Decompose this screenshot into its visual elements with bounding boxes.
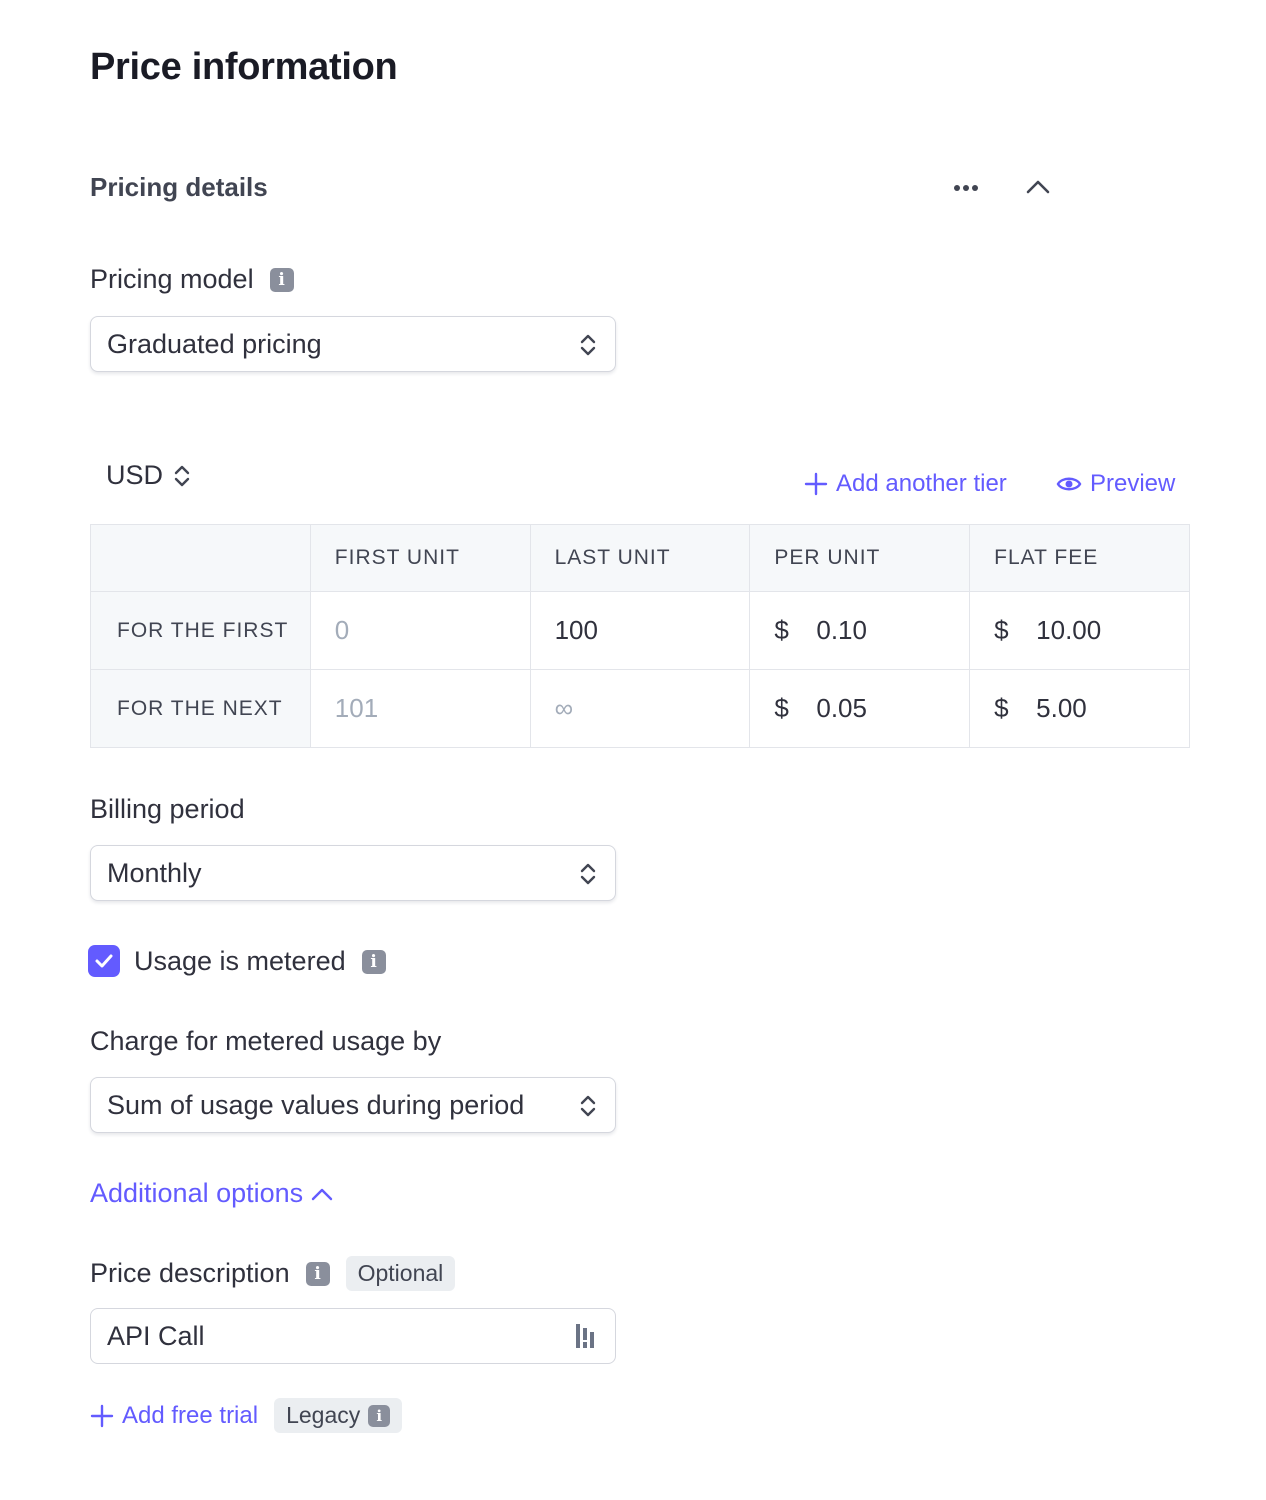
collapse-section-button[interactable]	[1016, 166, 1060, 208]
billing-period-label: Billing period	[90, 794, 245, 824]
more-horizontal-icon	[954, 185, 978, 191]
add-free-trial-label: Add free trial	[122, 1401, 259, 1429]
chevron-up-icon	[1026, 180, 1050, 194]
info-icon[interactable]: i	[368, 1404, 391, 1427]
select-chevron-icon	[580, 1095, 596, 1117]
tier-row-label: FOR THE NEXT	[90, 669, 311, 748]
currency-value: USD	[106, 460, 164, 490]
price-description-label: Price description	[90, 1258, 290, 1288]
flat-fee-value: 5.00	[1036, 693, 1087, 723]
billing-period-value: Monthly	[107, 857, 202, 888]
select-chevron-icon	[580, 863, 596, 885]
flat-fee-value: 10.00	[1036, 615, 1102, 645]
pricing-model-value: Graduated pricing	[107, 328, 322, 359]
select-chevron-icon	[174, 465, 190, 486]
usage-metered-label: Usage is metered	[134, 946, 346, 976]
price-description-label-row: Price description i Optional	[90, 1256, 456, 1291]
additional-options-toggle[interactable]: Additional options	[90, 1178, 333, 1209]
add-tier-label: Add another tier	[836, 470, 1007, 497]
price-description-value: API Call	[107, 1320, 205, 1351]
pricing-model-select[interactable]: Graduated pricing	[90, 316, 616, 372]
plus-icon	[804, 472, 828, 496]
per-unit-input[interactable]: $0.10	[749, 591, 971, 670]
per-unit-input[interactable]: $0.05	[749, 669, 971, 748]
legacy-badge-label: Legacy	[286, 1402, 361, 1428]
page-title: Price information	[90, 46, 398, 88]
table-header-row: FIRST UNIT LAST UNIT PER UNIT FLAT FEE	[90, 524, 1190, 592]
add-tier-button[interactable]: Add another tier	[804, 470, 1007, 498]
flat-fee-input[interactable]: $10.00	[969, 591, 1190, 670]
legacy-badge: Legacy i	[274, 1398, 403, 1433]
add-free-trial-button[interactable]: Add free trial	[90, 1402, 258, 1430]
currency-symbol: $	[774, 693, 789, 723]
info-icon[interactable]: i	[269, 267, 294, 292]
more-options-button[interactable]	[944, 168, 988, 208]
table-row: FOR THE FIRST 0 100 $0.10 $10.00	[90, 591, 1190, 670]
first-unit-cell: 0	[309, 591, 531, 670]
table-header: FLAT FEE	[969, 524, 1190, 592]
tier-row-label: FOR THE FIRST	[90, 591, 311, 670]
per-unit-value: 0.10	[816, 615, 867, 645]
select-chevron-icon	[580, 334, 596, 356]
table-header: LAST UNIT	[529, 524, 751, 592]
currency-symbol: $	[994, 615, 1009, 645]
currency-symbol: $	[994, 693, 1009, 723]
usage-metered-checkbox[interactable]	[88, 945, 120, 977]
table-header	[90, 524, 311, 592]
tiers-table: FIRST UNIT LAST UNIT PER UNIT FLAT FEE F…	[90, 524, 1190, 748]
table-header: PER UNIT	[749, 524, 971, 592]
price-description-input[interactable]: API Call	[90, 1308, 616, 1364]
plus-icon	[90, 1404, 114, 1427]
info-icon[interactable]: i	[361, 949, 386, 974]
pricing-model-label: Pricing model	[90, 264, 254, 294]
section-title: Pricing details	[90, 172, 268, 202]
free-trial-row: Add free trial Legacy i	[90, 1398, 403, 1433]
table-header: FIRST UNIT	[309, 524, 531, 592]
preview-button[interactable]: Preview	[1056, 470, 1175, 498]
per-unit-value: 0.05	[816, 693, 867, 723]
flat-fee-input[interactable]: $5.00	[969, 669, 1190, 748]
info-icon[interactable]: i	[305, 1261, 330, 1286]
currency-select[interactable]: USD	[106, 460, 191, 491]
additional-options-label: Additional options	[90, 1178, 304, 1208]
last-unit-input[interactable]: 100	[529, 591, 751, 670]
eye-icon	[1056, 477, 1082, 491]
password-manager-icon[interactable]	[575, 1322, 597, 1350]
currency-symbol: $	[774, 615, 789, 645]
last-unit-input[interactable]: ∞	[529, 669, 751, 748]
charge-by-select[interactable]: Sum of usage values during period	[90, 1077, 616, 1133]
checkmark-icon	[95, 954, 113, 968]
preview-label: Preview	[1090, 470, 1176, 497]
pricing-model-label-row: Pricing model i	[90, 264, 294, 295]
charge-by-value: Sum of usage values during period	[107, 1089, 525, 1120]
chevron-up-icon	[311, 1188, 333, 1200]
charge-by-label: Charge for metered usage by	[90, 1026, 442, 1056]
usage-metered-label-row: Usage is metered i	[134, 946, 386, 977]
optional-badge: Optional	[345, 1256, 456, 1291]
billing-period-select[interactable]: Monthly	[90, 845, 616, 901]
table-row: FOR THE NEXT 101 ∞ $0.05 $5.00	[90, 669, 1190, 748]
first-unit-cell: 101	[309, 669, 531, 748]
